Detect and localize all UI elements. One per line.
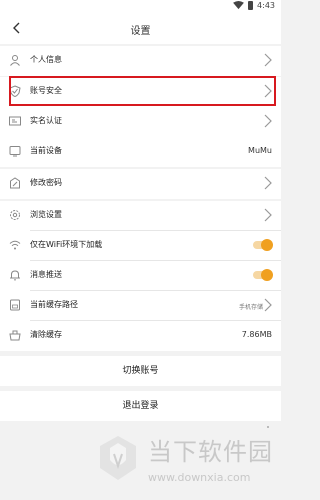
watermark-title: 当下软件园 (148, 438, 273, 466)
chevron-right-icon (264, 53, 272, 67)
settings-row-browse-settings[interactable]: 浏览设置 (0, 201, 281, 231)
battery-icon (248, 1, 254, 10)
watermark-logo-icon (100, 436, 136, 480)
toggle-knob (261, 239, 273, 251)
cache-size-value: 7.86MB (241, 330, 272, 339)
row-label: 浏览设置 (30, 210, 62, 219)
status-icons: 4:43 (233, 1, 275, 10)
cache-path-value: 手机存储 (238, 304, 263, 311)
row-label: 个人信息 (30, 55, 62, 64)
watermark: 当下软件园 www.downxia.com (96, 432, 273, 484)
row-label: 实名认证 (30, 116, 62, 125)
gear-icon (10, 210, 20, 220)
logout-button[interactable]: 退出登录 (0, 391, 281, 421)
current-device-value: MuMu (248, 146, 272, 155)
wifi-signal-icon (233, 1, 244, 10)
page-title: 设置 (130, 26, 151, 37)
row-label: 当前设备 (30, 146, 62, 155)
bell-icon (10, 270, 20, 281)
wifi-icon (9, 240, 21, 250)
chevron-right-icon (264, 176, 272, 190)
cache-icon (9, 330, 21, 341)
settings-row-current-device: 当前设备 MuMu (0, 137, 281, 167)
settings-row-clear-cache[interactable]: 清除缓存 7.86MB (0, 321, 281, 351)
toggle-knob (261, 269, 273, 281)
id-card-icon (9, 116, 21, 126)
wifi-only-toggle[interactable] (253, 239, 273, 251)
push-notification-toggle[interactable] (253, 269, 273, 281)
watermark-text: 当下软件园 www.downxia.com (148, 432, 273, 484)
settings-row-push-notifications: 消息推送 (0, 261, 281, 291)
user-icon (10, 55, 20, 66)
edit-password-icon (10, 177, 20, 189)
settings-row-cache-path[interactable]: 当前缓存路径 手机存储 (0, 291, 281, 321)
decorative-dot (267, 426, 269, 428)
row-label: 消息推送 (30, 270, 62, 279)
watermark-url: www.downxia.com (148, 471, 251, 484)
highlight-box (9, 76, 276, 106)
chevron-right-icon (264, 208, 272, 222)
settings-row-personal-info[interactable]: 个人信息 (0, 46, 281, 76)
status-bar: 4:43 (0, 0, 281, 14)
row-label: 当前缓存路径 (30, 300, 78, 309)
row-label: 修改密码 (30, 178, 62, 187)
settings-row-real-name[interactable]: 实名认证 (0, 107, 281, 137)
chevron-right-icon (264, 114, 272, 128)
switch-account-button[interactable]: 切换账号 (0, 356, 281, 386)
status-time: 4:43 (257, 1, 275, 10)
row-label: 仅在WiFi环境下加载 (30, 240, 103, 249)
device-icon (9, 146, 21, 157)
row-label: 清除缓存 (30, 330, 62, 339)
settings-row-change-password[interactable]: 修改密码 (0, 169, 281, 199)
navigation-bar: 设置 (0, 14, 281, 44)
settings-row-wifi-only: 仅在WiFi环境下加载 (0, 231, 281, 261)
chevron-right-icon (264, 298, 272, 312)
storage-icon (10, 299, 20, 311)
